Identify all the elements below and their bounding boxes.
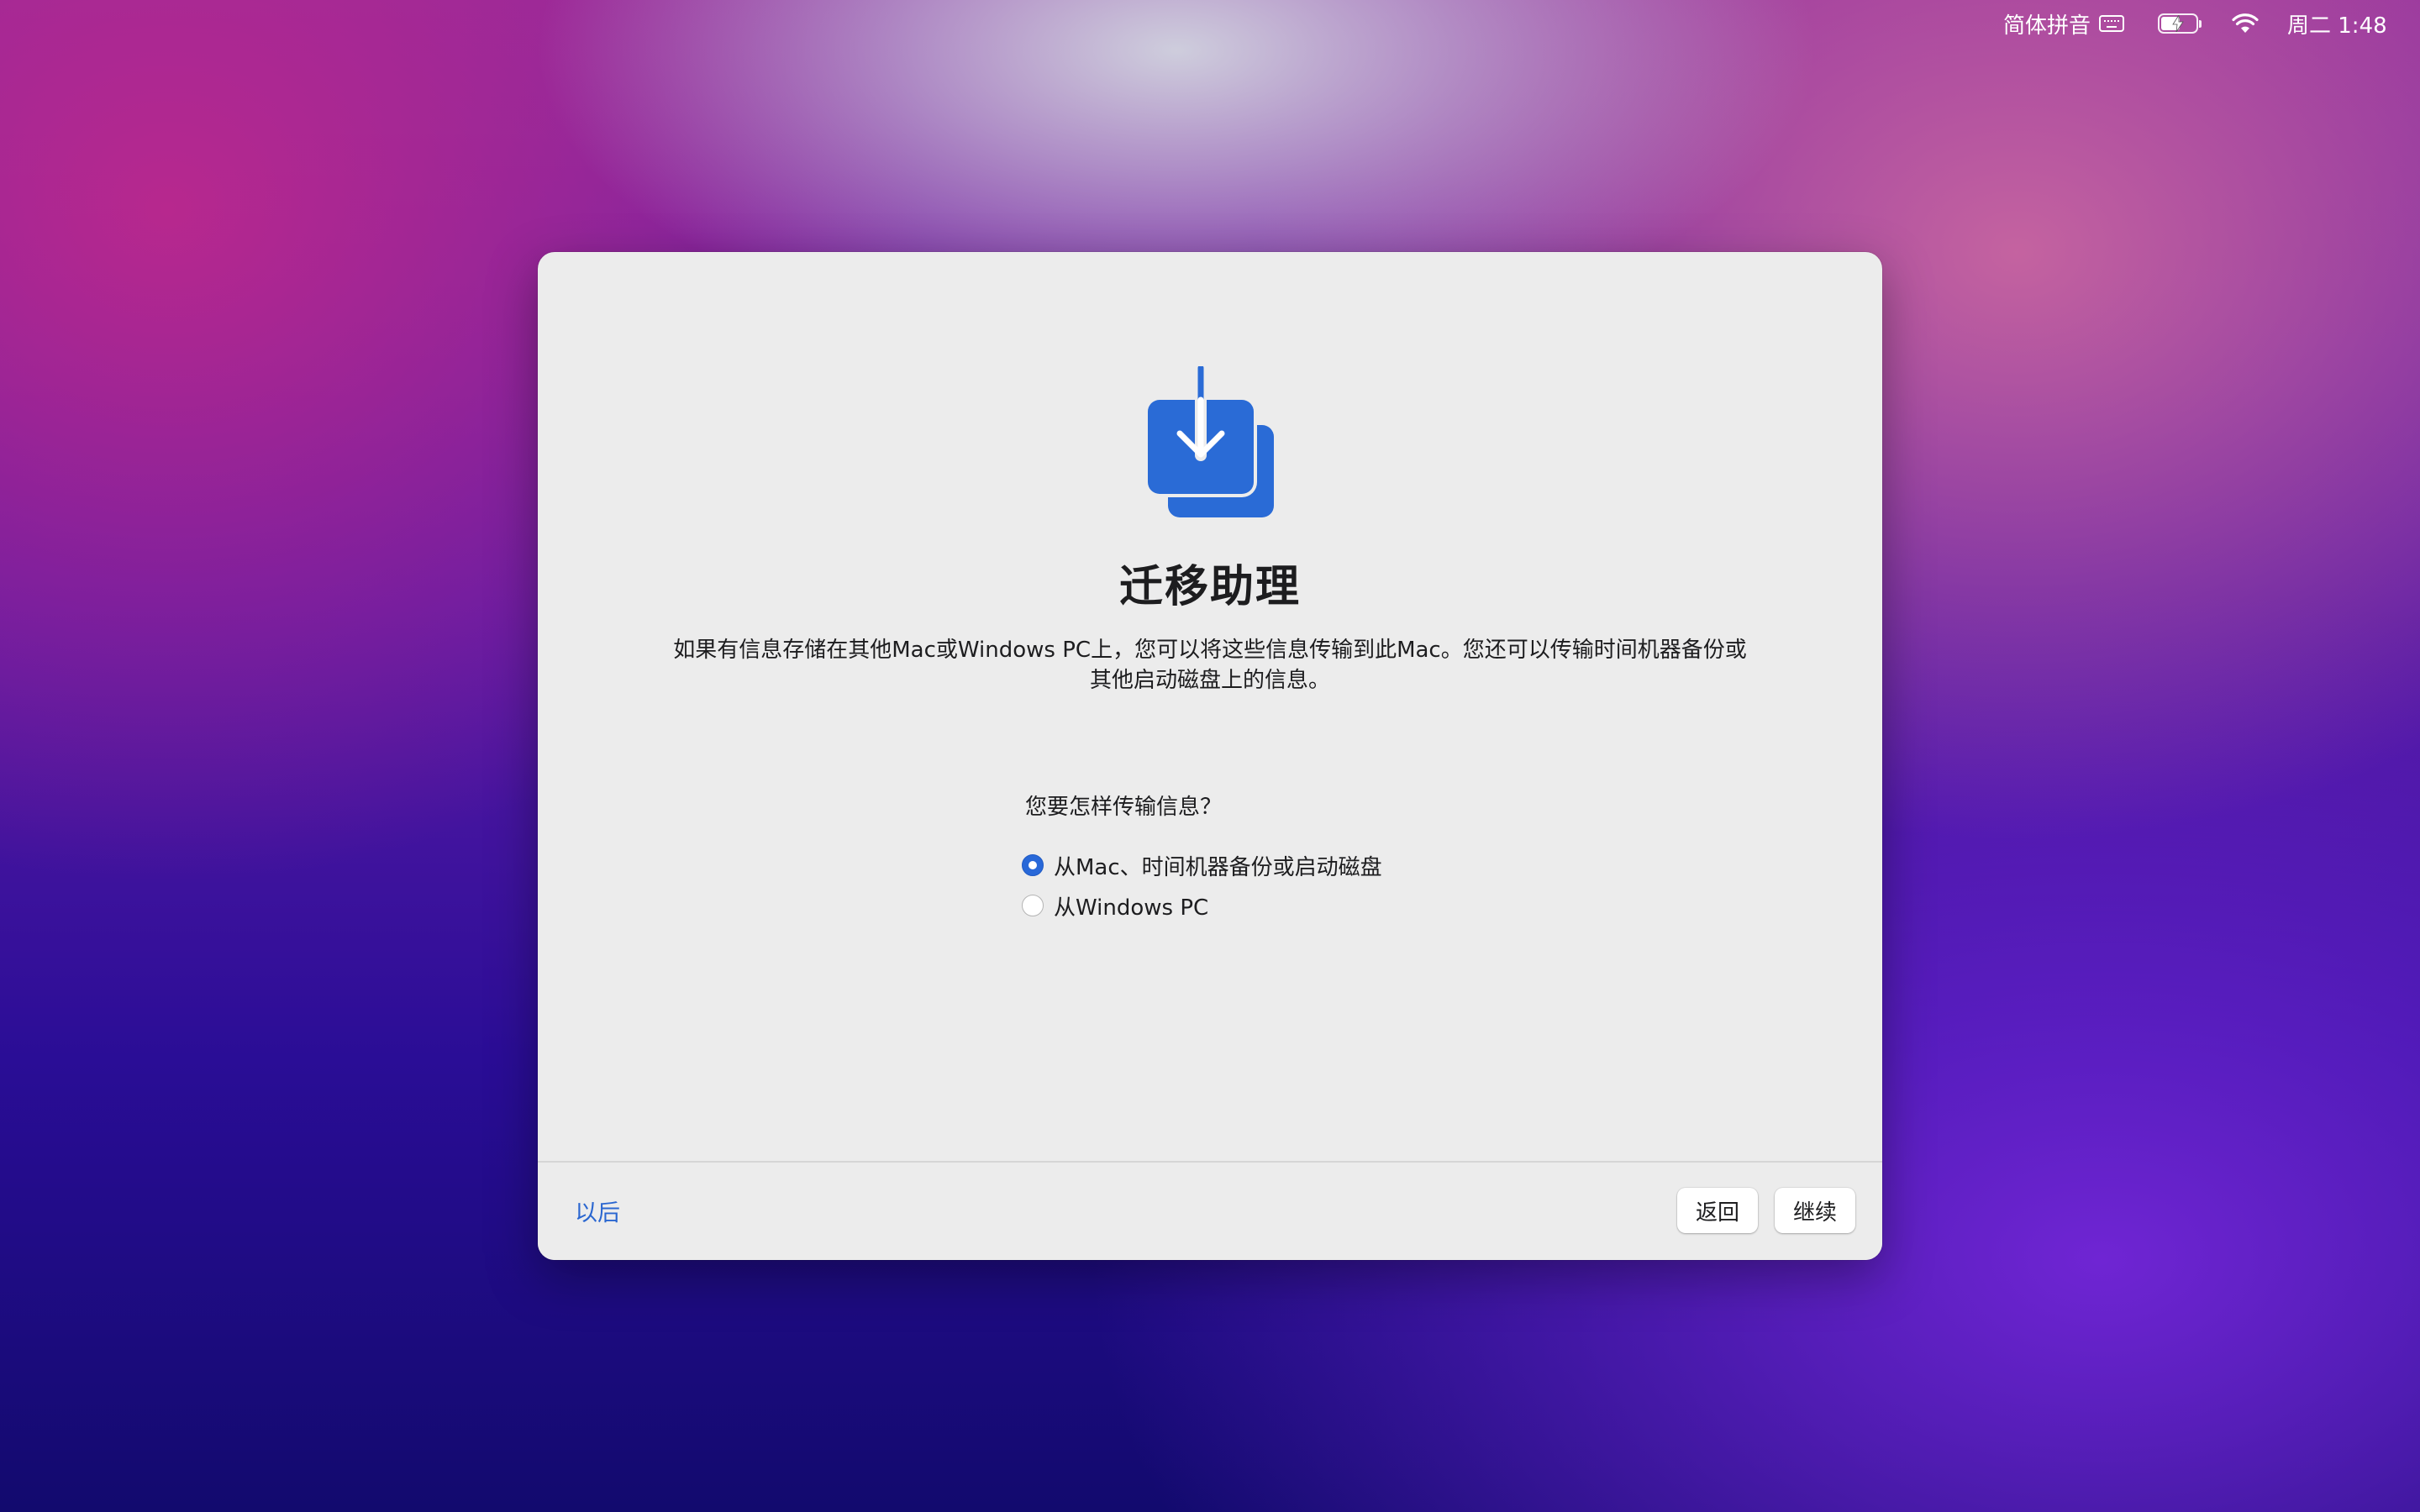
dialog-title: 迁移助理 bbox=[1118, 562, 1301, 612]
wifi-icon bbox=[2232, 13, 2259, 33]
input-method-menu[interactable]: 简体拼音 bbox=[2003, 8, 2125, 39]
input-method-label: 简体拼音 bbox=[2003, 13, 2091, 39]
option-from-windows-pc[interactable]: 从Windows PC bbox=[1022, 890, 1208, 921]
migration-assistant-icon bbox=[1144, 366, 1274, 517]
charging-bolt-icon bbox=[2172, 15, 2184, 32]
back-button[interactable]: 返回 bbox=[1677, 1188, 1758, 1233]
radio-from-windows-pc[interactable] bbox=[1022, 895, 1044, 916]
menu-bar: 简体拼音 周二 1:48 bbox=[0, 0, 2420, 47]
menubar-clock[interactable]: 周二 1:48 bbox=[2287, 8, 2387, 39]
battery-menu[interactable] bbox=[2158, 8, 2202, 39]
battery-icon bbox=[2158, 13, 2202, 34]
transfer-question: 您要怎样传输信息？ bbox=[1025, 795, 1223, 820]
option-from-mac-label: 从Mac、时间机器备份或启动磁盘 bbox=[1054, 854, 1382, 880]
wifi-menu[interactable] bbox=[2232, 8, 2259, 39]
option-from-mac[interactable]: 从Mac、时间机器备份或启动磁盘 bbox=[1022, 850, 1382, 880]
dialog-description: 如果有信息存储在其他Mac或Windows PC上，您可以将这些信息传输到此Ma… bbox=[673, 638, 1747, 693]
later-link[interactable]: 以后 bbox=[575, 1194, 620, 1227]
dialog-footer: 以后 返回 继续 bbox=[538, 1161, 1882, 1260]
migration-assistant-dialog: 迁移助理 如果有信息存储在其他Mac或Windows PC上，您可以将这些信息传… bbox=[538, 252, 1882, 1260]
continue-button[interactable]: 继续 bbox=[1775, 1188, 1855, 1233]
option-from-windows-pc-label: 从Windows PC bbox=[1054, 895, 1209, 921]
keyboard-icon bbox=[2099, 15, 2125, 32]
radio-from-mac[interactable] bbox=[1022, 854, 1044, 876]
